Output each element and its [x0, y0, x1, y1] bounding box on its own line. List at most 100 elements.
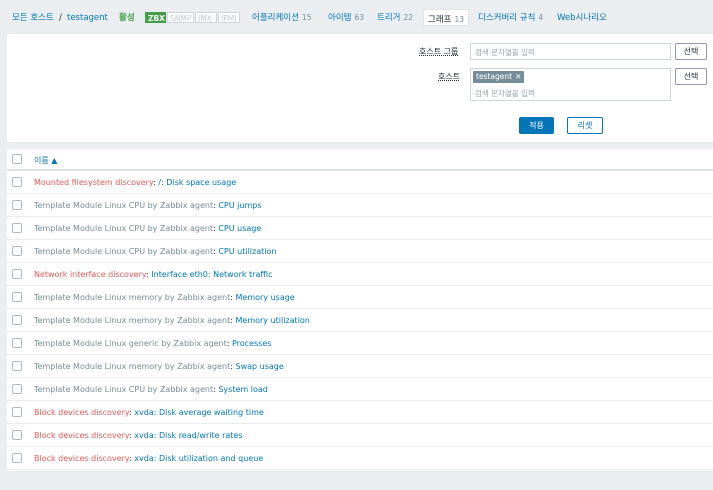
host-select-button[interactable]: 선택 [675, 68, 707, 85]
graph-source-link[interactable]: Network interface discovery [34, 270, 146, 279]
graph-name-cell: Template Module Linux generic by Zabbix … [34, 339, 271, 348]
all-hosts-link[interactable]: 모든 호스트 [12, 13, 54, 23]
host-tag-label: testagent [476, 72, 513, 81]
graph-source-link[interactable]: Template Module Linux generic by Zabbix … [34, 339, 227, 348]
graph-name-link[interactable]: CPU jumps [218, 201, 261, 210]
tab-web-scenarios[interactable]: Web시나리오 [557, 13, 607, 23]
tab-items[interactable]: 아이템 63 [328, 13, 364, 23]
row-checkbox[interactable] [12, 407, 22, 417]
host-placeholder: 검색 문자열을 입력 [475, 89, 535, 98]
breadcrumb-separator: / [59, 13, 62, 23]
graph-source-link[interactable]: Mounted filesystem discovery [34, 178, 153, 187]
tab-graphs[interactable]: 그래프 13 [423, 9, 469, 26]
host-status: 활성 [119, 13, 135, 23]
graph-name-cell: Template Module Linux CPU by Zabbix agen… [34, 247, 276, 256]
tab-graphs-count: 13 [454, 15, 465, 24]
reset-button[interactable]: 리셋 [567, 117, 603, 134]
graph-name-link[interactable]: Memory utilization [236, 316, 310, 325]
graph-name-link[interactable]: /: Disk space usage [158, 178, 236, 187]
row-checkbox[interactable] [12, 177, 22, 187]
graph-name-cell: Block devices discovery: xvda: Disk aver… [34, 408, 264, 417]
graph-name-cell: Template Module Linux memory by Zabbix a… [34, 362, 284, 371]
table-row: Block devices discovery: xvda: Disk util… [7, 447, 713, 470]
tab-triggers[interactable]: 트리거 22 [377, 13, 413, 23]
tab-items-count: 63 [354, 13, 365, 22]
graph-name-link[interactable]: xvda: Disk utilization and queue [134, 454, 263, 463]
graph-source-link[interactable]: Block devices discovery [34, 431, 129, 440]
graph-name-cell: Template Module Linux memory by Zabbix a… [34, 316, 310, 325]
snmp-availability-badge: SNMP [167, 12, 194, 23]
row-checkbox[interactable] [12, 246, 22, 256]
graph-source-link[interactable]: Template Module Linux memory by Zabbix a… [34, 362, 230, 371]
row-checkbox[interactable] [12, 292, 22, 302]
table-row: Template Module Linux memory by Zabbix a… [7, 355, 713, 378]
tab-graphs-label: 그래프 [428, 15, 452, 25]
apply-button[interactable]: 적용 [519, 117, 554, 134]
host-tag: testagent ✕ [473, 71, 525, 83]
graph-name-cell: Template Module Linux CPU by Zabbix agen… [34, 385, 268, 394]
graph-name-link[interactable]: Processes [232, 339, 271, 348]
zbx-availability-badge: ZBX [145, 12, 166, 23]
graph-name-link[interactable]: CPU usage [218, 224, 261, 233]
host-input[interactable]: testagent ✕ 검색 문자열을 입력 [470, 68, 671, 101]
host-link[interactable]: testagent [67, 13, 108, 23]
table-row: Template Module Linux CPU by Zabbix agen… [7, 240, 713, 263]
table-row: Block devices discovery: xvda: Disk read… [7, 424, 713, 447]
jmx-availability-badge: JMX [195, 12, 217, 23]
row-checkbox[interactable] [12, 223, 22, 233]
tab-items-label: 아이템 [328, 13, 352, 23]
tab-discovery-label: 디스커버리 규칙 [478, 13, 536, 23]
row-checkbox[interactable] [12, 453, 22, 463]
tab-discovery-rules[interactable]: 디스커버리 규칙 4 [478, 13, 543, 23]
table-row: Template Module Linux CPU by Zabbix agen… [7, 378, 713, 401]
row-checkbox[interactable] [12, 361, 22, 371]
tab-triggers-label: 트리거 [377, 13, 401, 23]
host-label: 호스트 [438, 72, 461, 81]
graph-source-link[interactable]: Block devices discovery [34, 408, 129, 417]
host-group-placeholder: 검색 문자열을 입력 [475, 48, 535, 57]
filter-panel: 호스트 그룹 검색 문자열을 입력 선택 호스트 testagent ✕ 검색 문… [7, 34, 713, 142]
graph-name-cell: Block devices discovery: xvda: Disk read… [34, 431, 242, 440]
graph-source-link[interactable]: Block devices discovery [34, 454, 129, 463]
row-checkbox[interactable] [12, 338, 22, 348]
table-row: Template Module Linux memory by Zabbix a… [7, 286, 713, 309]
table-header: 이름 ▲ [7, 149, 713, 171]
graph-name-link[interactable]: CPU utilization [218, 247, 276, 256]
row-checkbox[interactable] [12, 269, 22, 279]
graph-source-link[interactable]: Template Module Linux memory by Zabbix a… [34, 293, 230, 302]
tab-applications-label: 어플리케이션 [252, 13, 299, 23]
graph-source-link[interactable]: Template Module Linux CPU by Zabbix agen… [34, 224, 213, 233]
host-group-select-button[interactable]: 선택 [675, 43, 707, 60]
name-column-header[interactable]: 이름 ▲ [34, 155, 57, 166]
graph-name-cell: Network interface discovery: Interface e… [34, 270, 273, 279]
row-checkbox[interactable] [12, 315, 22, 325]
graph-name-cell: Template Module Linux memory by Zabbix a… [34, 293, 295, 302]
graph-source-link[interactable]: Template Module Linux CPU by Zabbix agen… [34, 385, 213, 394]
table-row: Block devices discovery: xvda: Disk aver… [7, 401, 713, 424]
graph-name-link[interactable]: xvda: Disk read/write rates [134, 431, 242, 440]
tab-applications-count: 15 [301, 13, 312, 22]
graph-name-link[interactable]: System load [218, 385, 267, 394]
host-group-input[interactable]: 검색 문자열을 입력 [470, 43, 671, 60]
table-row: Template Module Linux CPU by Zabbix agen… [7, 194, 713, 217]
graph-name-link[interactable]: Memory usage [236, 293, 295, 302]
host-group-label: 호스트 그룹 [419, 47, 459, 56]
graph-name-link[interactable]: Interface eth0: Network traffic [151, 270, 272, 279]
graph-name-cell: Template Module Linux CPU by Zabbix agen… [34, 201, 261, 210]
row-checkbox[interactable] [12, 200, 22, 210]
graph-source-link[interactable]: Template Module Linux CPU by Zabbix agen… [34, 247, 213, 256]
graph-name-cell: Template Module Linux CPU by Zabbix agen… [34, 224, 261, 233]
graph-source-link[interactable]: Template Module Linux memory by Zabbix a… [34, 316, 230, 325]
table-row: Mounted filesystem discovery: /: Disk sp… [7, 171, 713, 194]
remove-tag-icon[interactable]: ✕ [515, 72, 521, 81]
graph-source-link[interactable]: Template Module Linux CPU by Zabbix agen… [34, 201, 213, 210]
select-all-checkbox[interactable] [12, 154, 22, 164]
graph-name-link[interactable]: xvda: Disk average waiting time [134, 408, 264, 417]
tab-triggers-count: 22 [403, 13, 414, 22]
row-checkbox[interactable] [12, 384, 22, 394]
tab-applications[interactable]: 어플리케이션 15 [252, 13, 311, 23]
graph-name-link[interactable]: Swap usage [236, 362, 284, 371]
table-row: Network interface discovery: Interface e… [7, 263, 713, 286]
table-row: Template Module Linux CPU by Zabbix agen… [7, 217, 713, 240]
row-checkbox[interactable] [12, 430, 22, 440]
